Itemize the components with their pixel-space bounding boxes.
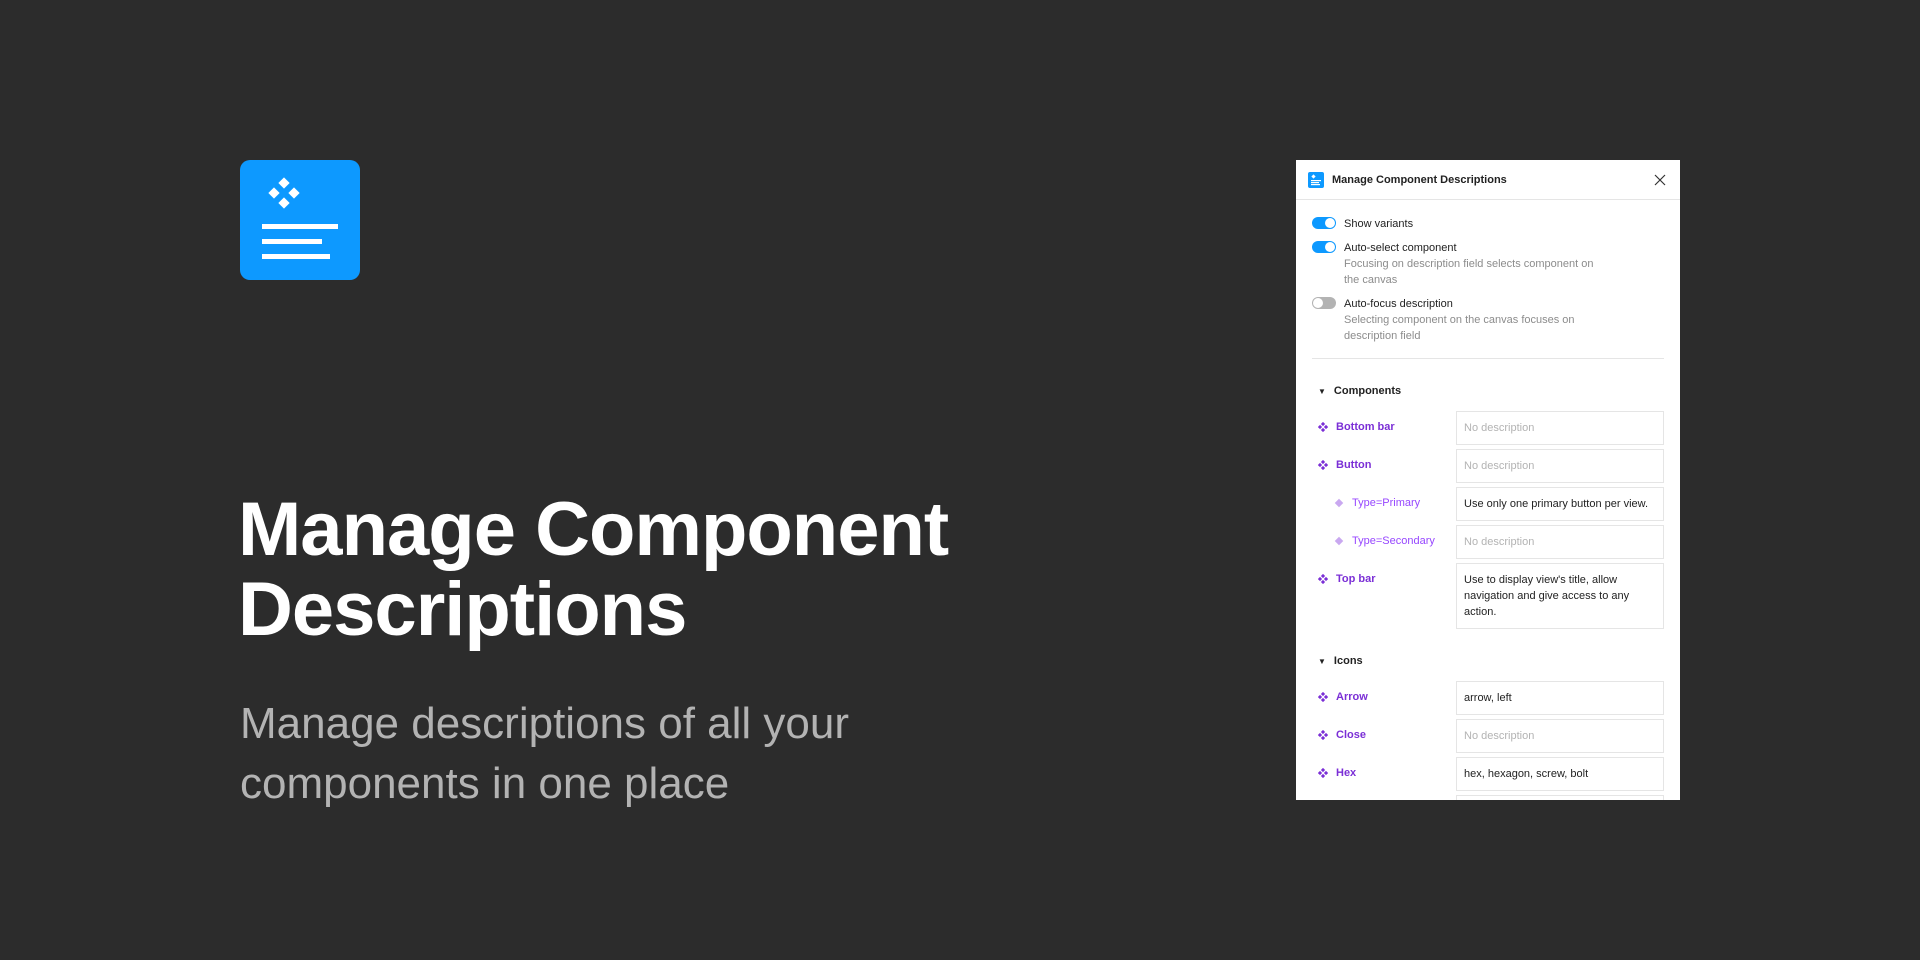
component-name[interactable]: Type=Primary — [1312, 487, 1456, 519]
auto-select-toggle[interactable] — [1312, 241, 1336, 253]
description-field[interactable]: No description — [1456, 525, 1664, 559]
component-label: Button — [1336, 459, 1372, 471]
auto-focus-toggle[interactable] — [1312, 297, 1336, 309]
description-field[interactable]: No description — [1456, 411, 1664, 445]
component-icon — [1318, 574, 1328, 584]
component-row: Close No description — [1312, 719, 1664, 753]
component-row: Hex hex, hexagon, screw, bolt — [1312, 757, 1664, 791]
panel-title: Manage Component Descriptions — [1332, 173, 1507, 186]
component-label: Hex — [1336, 767, 1357, 779]
description-field[interactable]: house, home, building — [1456, 795, 1664, 800]
component-row: Househouse, home, building — [1312, 795, 1664, 800]
component-row: Button No description — [1312, 449, 1664, 483]
setting-description: Focusing on description field selects co… — [1344, 258, 1594, 286]
component-name[interactable]: Button — [1312, 449, 1456, 481]
description-field[interactable]: hex, hexagon, screw, bolt — [1456, 757, 1664, 791]
component-icon — [1318, 768, 1328, 778]
settings-list: Show variants Auto-select component Focu… — [1296, 200, 1680, 344]
variant-icon — [1334, 498, 1344, 508]
plugin-panel: Manage Component Descriptions Show varia… — [1296, 160, 1680, 800]
component-name[interactable]: Close — [1312, 719, 1456, 751]
section-rows: Bottom bar No description Button No descrip… — [1296, 411, 1680, 629]
section-rows: Arrow arrow, left Close No description Hex he… — [1296, 681, 1680, 800]
component-name[interactable]: Arrow — [1312, 681, 1456, 713]
component-label: Close — [1336, 729, 1366, 741]
setting-auto-focus: Auto-focus description Selecting compone… — [1312, 296, 1664, 344]
component-icon — [1318, 730, 1328, 740]
component-icon — [1318, 692, 1328, 702]
plugin-logo-icon — [240, 160, 360, 280]
component-icon — [1318, 422, 1328, 432]
panel-header: Manage Component Descriptions — [1296, 160, 1680, 200]
component-name[interactable]: Hex — [1312, 757, 1456, 789]
description-field[interactable]: Use to display view's title, allow navig… — [1456, 563, 1664, 629]
description-field[interactable]: Use only one primary button per view. — [1456, 487, 1664, 521]
component-label: Type=Primary — [1352, 497, 1421, 509]
caret-down-icon[interactable]: ▼ — [1318, 657, 1326, 666]
component-name[interactable]: House — [1312, 795, 1456, 800]
component-name[interactable]: Bottom bar — [1312, 411, 1456, 443]
section-title: Components — [1333, 385, 1402, 397]
component-label: Top bar — [1336, 573, 1376, 585]
setting-label: Show variants — [1344, 218, 1414, 230]
component-sections: ▼ Components Bottom bar No description Butto… — [1296, 375, 1680, 800]
component-row: Type=Primary Use only one primary button … — [1312, 487, 1664, 521]
close-icon[interactable] — [1652, 172, 1668, 188]
component-name[interactable]: Type=Secondary — [1312, 525, 1456, 557]
divider — [1312, 358, 1664, 359]
component-label: Bottom bar — [1336, 421, 1395, 433]
setting-label: Auto-focus description — [1344, 298, 1453, 310]
component-row: Type=Secondary No description — [1312, 525, 1664, 559]
setting-label: Auto-select component — [1344, 242, 1457, 254]
section-header[interactable]: ▼ Components — [1296, 375, 1680, 407]
component-row: Bottom bar No description — [1312, 411, 1664, 445]
hero-title: Manage Component Descriptions — [238, 487, 949, 652]
setting-show-variants: Show variants — [1312, 216, 1664, 232]
section-title: Icons — [1333, 655, 1363, 667]
description-field[interactable]: arrow, left — [1456, 681, 1664, 715]
setting-description: Selecting component on the canvas focuse… — [1344, 314, 1575, 342]
show-variants-toggle[interactable] — [1312, 217, 1336, 229]
component-icon — [1318, 460, 1328, 470]
component-row: Top bar Use to display view's title, allo… — [1312, 563, 1664, 629]
component-row: Arrow arrow, left — [1312, 681, 1664, 715]
hero-subtitle: Manage descriptions of all your componen… — [240, 699, 849, 808]
setting-auto-select: Auto-select component Focusing on descri… — [1312, 240, 1664, 288]
component-label: Arrow — [1336, 691, 1368, 703]
caret-down-icon[interactable]: ▼ — [1318, 387, 1326, 396]
component-label: Type=Secondary — [1352, 535, 1435, 547]
plugin-icon — [1308, 171, 1324, 188]
description-field[interactable]: No description — [1456, 449, 1664, 483]
component-name[interactable]: Top bar — [1312, 563, 1456, 595]
variant-icon — [1334, 536, 1344, 546]
description-field[interactable]: No description — [1456, 719, 1664, 753]
section-header[interactable]: ▼ Icons — [1296, 645, 1680, 677]
